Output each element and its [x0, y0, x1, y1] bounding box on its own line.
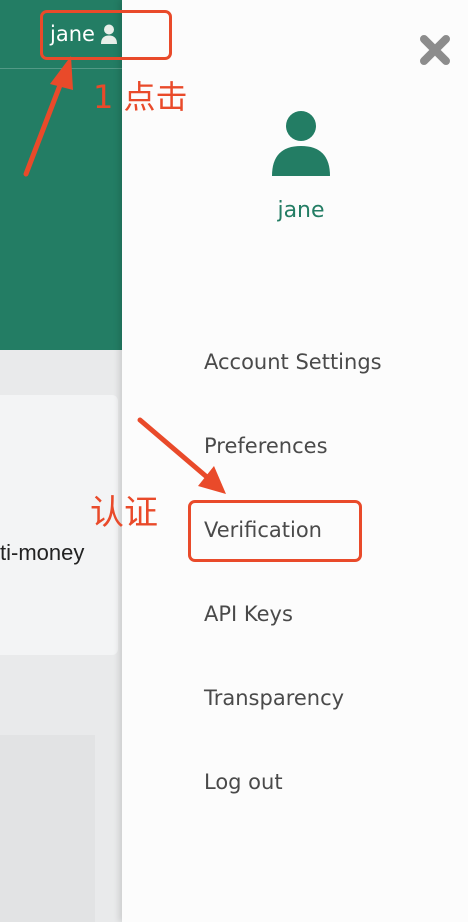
menu-item-log-out[interactable]: Log out: [204, 770, 283, 794]
close-icon[interactable]: [418, 33, 452, 67]
menu-item-account-settings[interactable]: Account Settings: [204, 350, 382, 374]
annotation-highlight-username: [40, 10, 172, 60]
menu-item-api-keys[interactable]: API Keys: [204, 602, 293, 626]
annotation-step2-label: 认证: [90, 493, 158, 533]
annotation-step1-label: 1 点击: [93, 78, 188, 116]
header-divider: [0, 68, 122, 69]
user-drawer: jane Account Settings Preferences Verifi…: [122, 0, 468, 922]
drawer-username: jane: [277, 198, 325, 223]
background-app: ti-money: [0, 0, 122, 922]
menu-item-preferences[interactable]: Preferences: [204, 434, 328, 458]
menu-item-transparency[interactable]: Transparency: [204, 686, 344, 710]
user-avatar-icon: [270, 110, 332, 178]
screenshot-root: ti-money jane jane Account Settings Pref…: [0, 0, 468, 922]
annotation-highlight-verification: [188, 500, 362, 562]
content-strip: [0, 735, 95, 922]
